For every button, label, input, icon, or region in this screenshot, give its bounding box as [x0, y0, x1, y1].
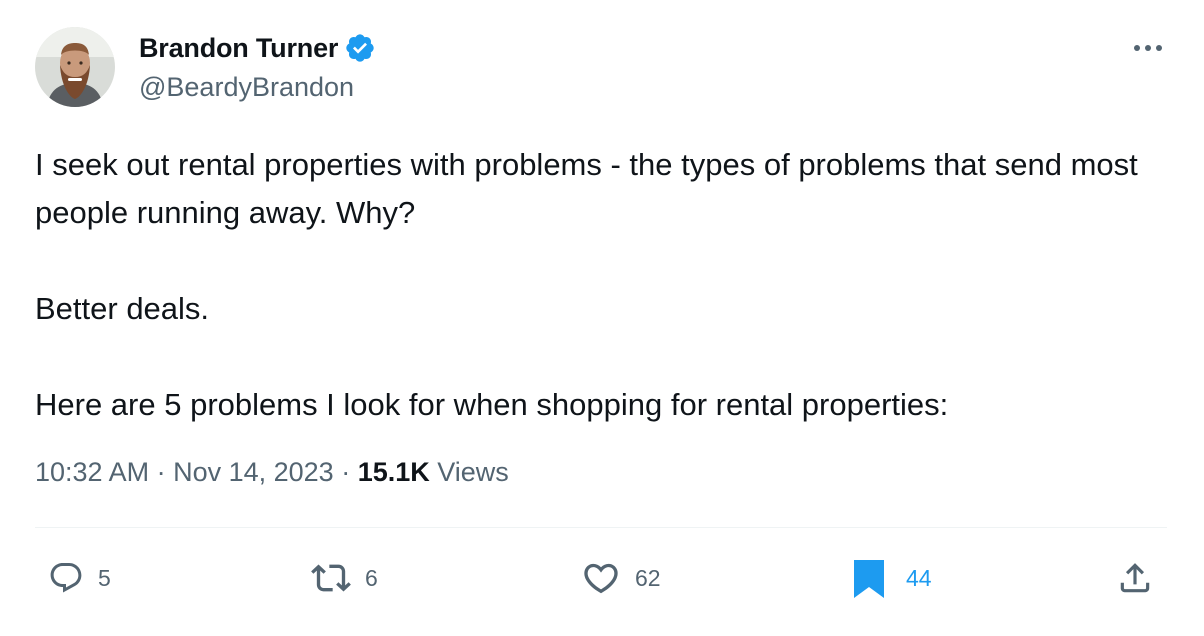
tweet-text: I seek out rental properties with proble… — [35, 141, 1175, 429]
bookmark-icon — [854, 560, 884, 598]
retweet-icon — [311, 564, 351, 592]
heart-icon — [584, 563, 618, 594]
views-label: Views — [429, 457, 509, 487]
tweet-metadata: 10:32 AM · Nov 14, 2023 · 15.1K Views — [35, 457, 509, 488]
like-count: 62 — [635, 564, 661, 591]
tweet-card: Brandon Turner @BeardyBrandon I seek out… — [0, 0, 1204, 636]
tweet-paragraph: Here are 5 problems I look for when shop… — [35, 387, 949, 422]
tweet-paragraph: Better deals. — [35, 291, 210, 326]
views-count[interactable]: 15.1K — [358, 457, 430, 487]
meta-separator: · — [333, 457, 358, 487]
share-icon — [1120, 563, 1150, 593]
reply-button[interactable]: 5 — [48, 556, 111, 600]
reply-count: 5 — [98, 564, 111, 591]
more-options-button[interactable] — [1128, 36, 1168, 60]
tweet-time[interactable]: 10:32 AM — [35, 457, 149, 487]
author-name[interactable]: Brandon Turner — [139, 33, 338, 64]
avatar[interactable] — [35, 27, 115, 107]
author-name-row: Brandon Turner — [139, 31, 376, 65]
share-button[interactable] — [1116, 556, 1154, 600]
meta-separator: · — [149, 457, 174, 487]
retweet-button[interactable]: 6 — [311, 556, 378, 600]
like-button[interactable]: 62 — [581, 556, 661, 600]
reply-icon — [50, 563, 82, 593]
verified-badge-icon — [344, 32, 376, 64]
avatar-image — [35, 27, 115, 107]
bookmark-count: 44 — [906, 564, 932, 591]
more-horizontal-icon — [1134, 45, 1162, 51]
divider — [35, 527, 1167, 528]
author-handle[interactable]: @BeardyBrandon — [139, 72, 354, 103]
retweet-count: 6 — [365, 564, 378, 591]
tweet-paragraph: I seek out rental properties with proble… — [35, 147, 1138, 230]
tweet-date[interactable]: Nov 14, 2023 — [173, 457, 334, 487]
bookmark-button[interactable]: 44 — [852, 556, 932, 600]
